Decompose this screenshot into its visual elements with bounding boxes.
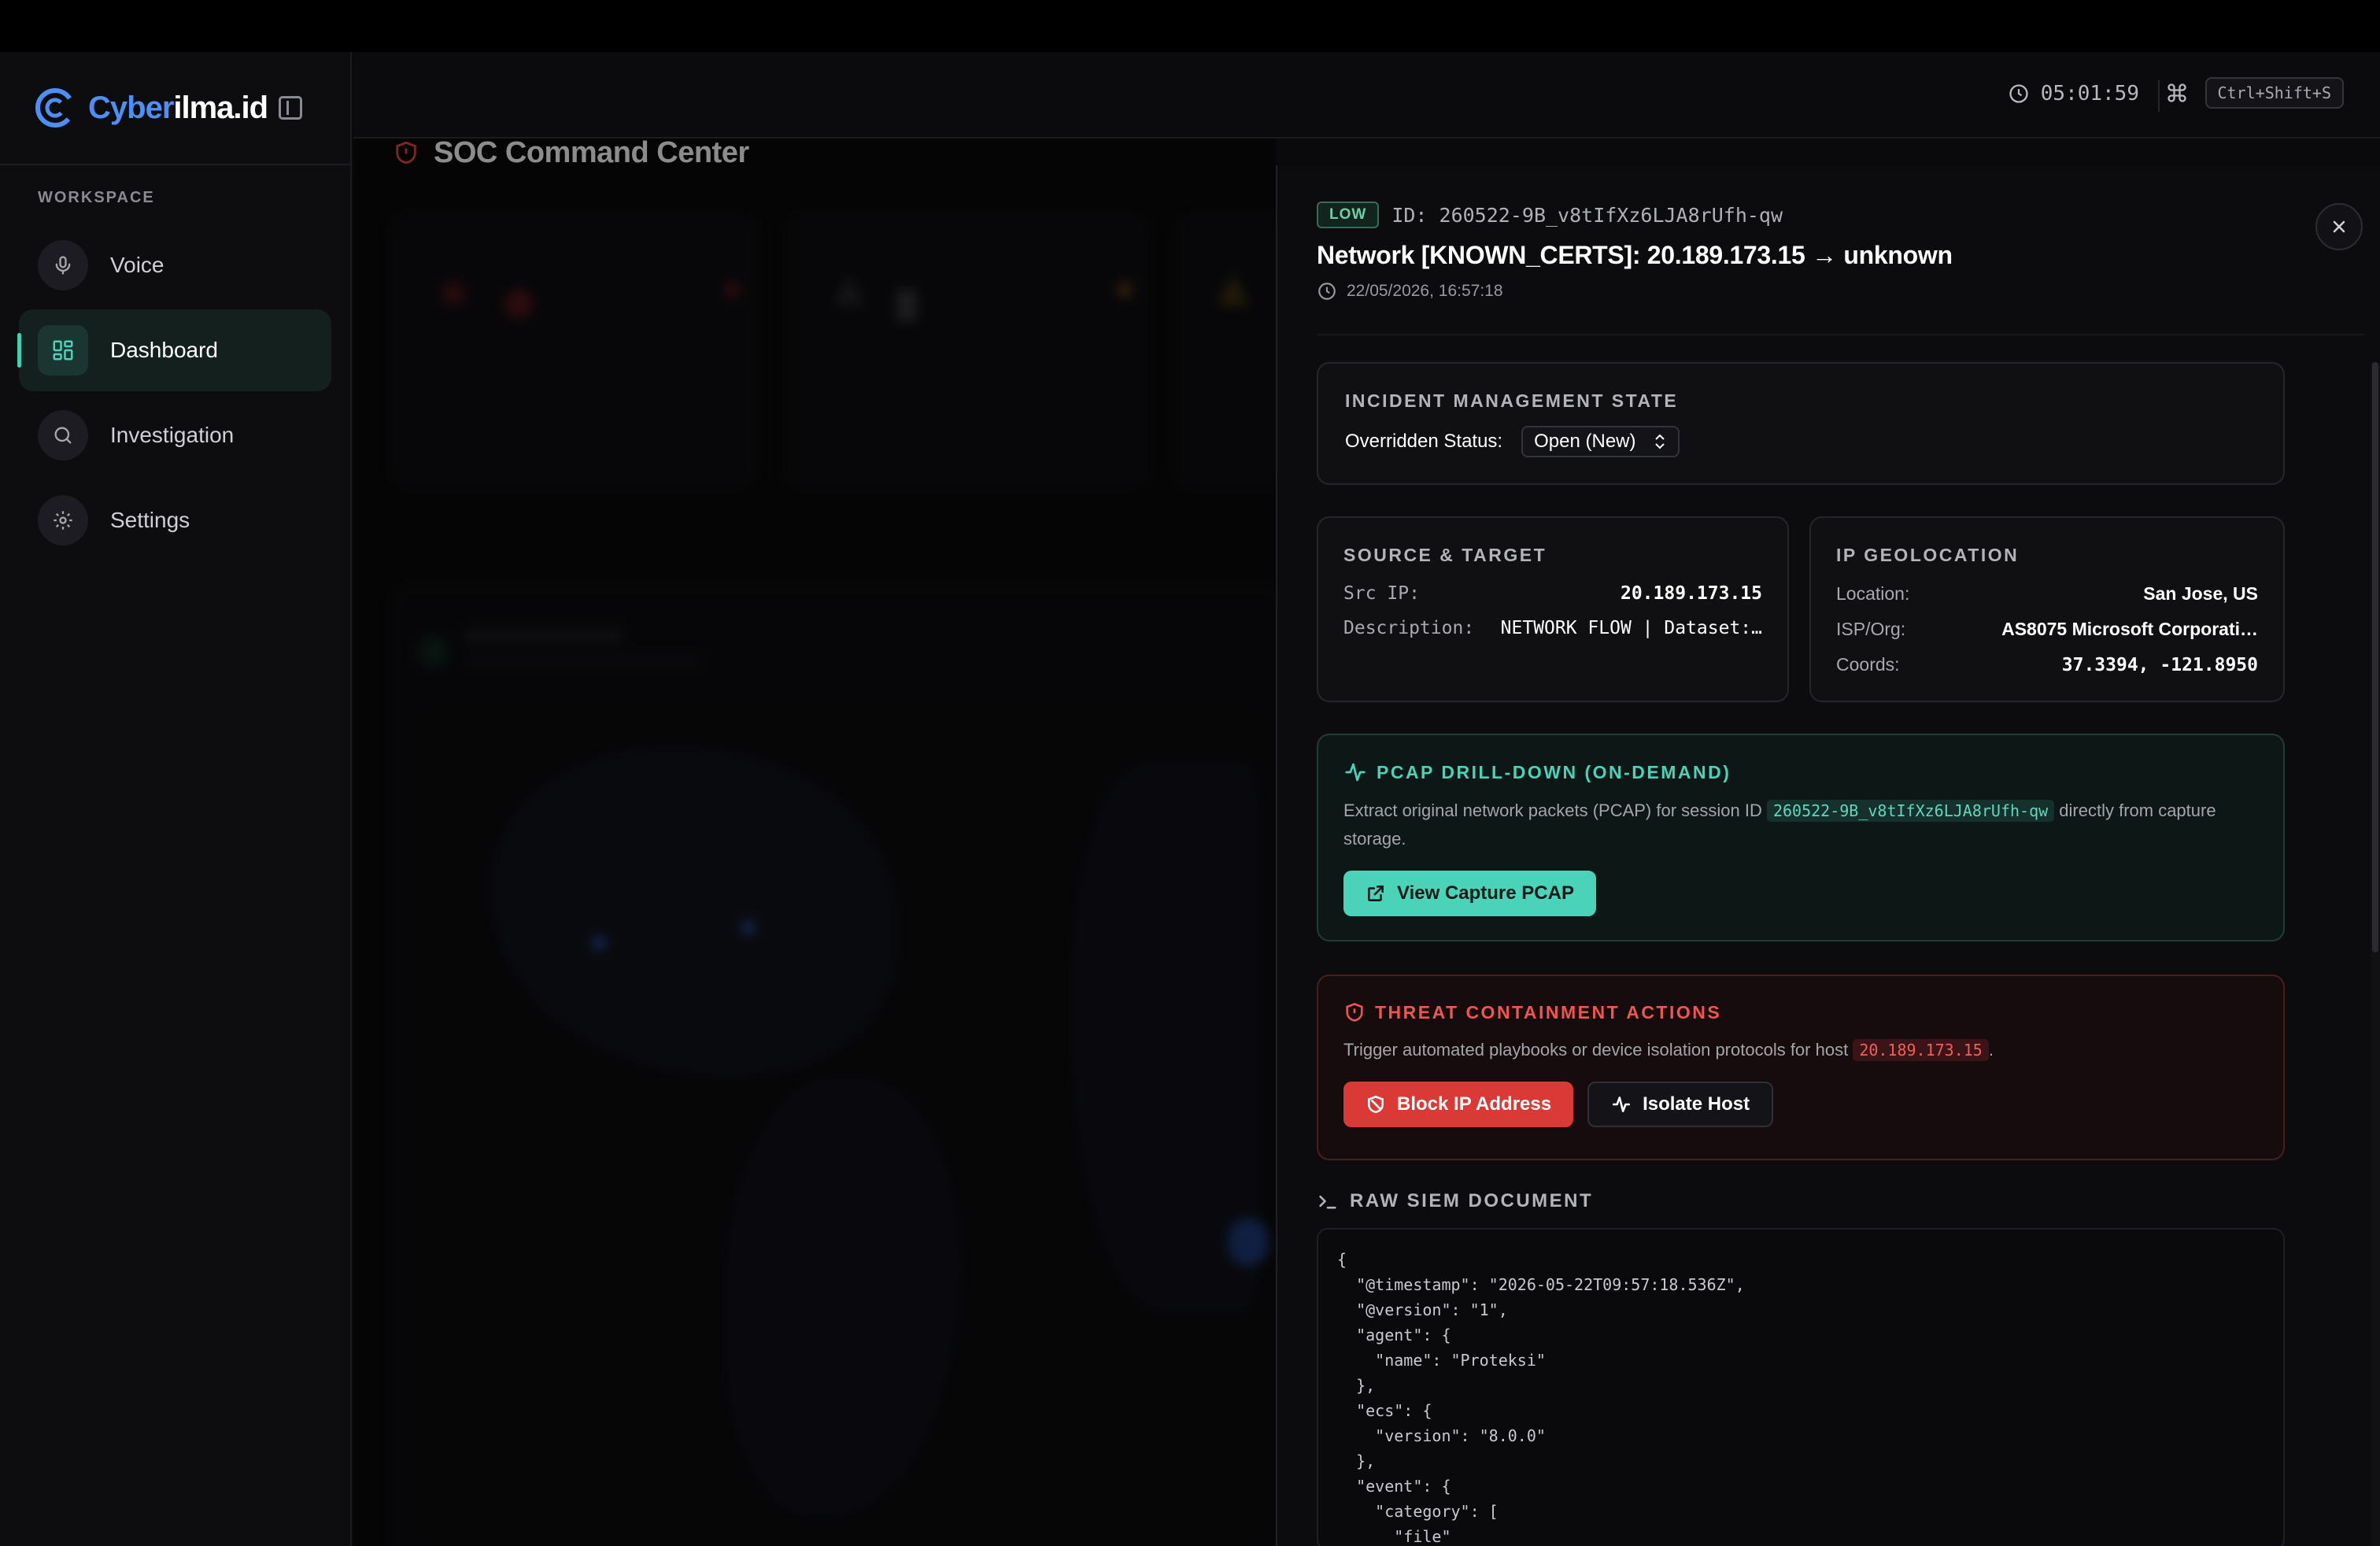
isp-label: ISP/Org:	[1836, 619, 1906, 639]
clock-icon	[2009, 84, 2028, 103]
grid-icon	[38, 325, 88, 375]
sidebar: Cyberilma.id WORKSPACE Voice Dashboard I…	[0, 52, 352, 1546]
top-header: 05:01:59 Ctrl+Shift+S	[353, 52, 2380, 139]
sidebar-item-label: Dashboard	[110, 338, 218, 362]
top-strip	[0, 0, 2380, 52]
header-divider	[2158, 80, 2160, 112]
source-target-card: SOURCE & TARGET Src IP: 20.189.173.15 De…	[1317, 516, 1789, 702]
session-id-chip: 260522-9B_v8tIfXz6LJA8rUfh-qw	[1766, 800, 2055, 822]
raw-siem-code: { "@timestamp": "2026-05-22T09:57:18.536…	[1337, 1250, 1745, 1546]
pcap-description: Extract original network packets (PCAP) …	[1343, 800, 2216, 849]
incident-detail-drawer: LOW ID: 260522-9B_v8tIfXz6LJA8rUfh-qw Ne…	[1276, 165, 2380, 1546]
incident-management-card: INCIDENT MANAGEMENT STATE Overridden Sta…	[1317, 362, 2285, 485]
coords-label: Coords:	[1836, 654, 1900, 675]
location-label: Location:	[1836, 583, 1910, 604]
search-icon	[38, 410, 88, 460]
status-label: Overridden Status:	[1345, 431, 1503, 452]
pcap-heading: PCAP DRILL-DOWN (ON-DEMAND)	[1377, 761, 1731, 782]
location-row: Location: San Jose, US	[1836, 583, 2258, 605]
shortcut-key: Ctrl+Shift+S	[2204, 77, 2344, 109]
src-ip-label: Src IP:	[1343, 583, 1420, 604]
geo-heading: IP GEOLOCATION	[1836, 545, 2020, 565]
sidebar-item-investigation[interactable]: Investigation	[19, 394, 331, 476]
id-row: LOW ID: 260522-9B_v8tIfXz6LJA8rUfh-qw	[1317, 202, 2333, 228]
threat-actions: Block IP Address Isolate Host	[1343, 1082, 2258, 1127]
ban-icon	[1368, 1095, 1384, 1114]
location-value: San Jose, US	[2143, 583, 2258, 604]
clock: 05:01:59	[2008, 82, 2139, 105]
sidebar-item-voice[interactable]: Voice	[19, 224, 331, 306]
shortcut-hint[interactable]: Ctrl+Shift+S	[2166, 77, 2344, 109]
brand-row: Cyberilma.id	[0, 52, 350, 165]
clock-time: 05:01:59	[2040, 82, 2139, 105]
host-chip: 20.189.173.15	[1853, 1039, 1989, 1061]
isp-value: AS8075 Microsoft Corporati…	[2001, 619, 2258, 639]
sidebar-item-label: Settings	[110, 508, 190, 532]
src-ip-value: 20.189.173.15	[1620, 583, 1762, 604]
raw-siem-document[interactable]: { "@timestamp": "2026-05-22T09:57:18.536…	[1317, 1228, 2285, 1546]
src-ip-row: Src IP: 20.189.173.15	[1343, 583, 1762, 604]
sidebar-item-label: Voice	[110, 253, 164, 277]
mic-icon	[38, 240, 88, 290]
sidebar-item-dashboard[interactable]: Dashboard	[17, 309, 331, 391]
incident-timestamp: 22/05/2026, 16:57:18	[1347, 282, 1503, 300]
threat-description: Trigger automated playbooks or device is…	[1343, 1039, 1994, 1061]
shield-icon	[1346, 1003, 1363, 1022]
close-icon	[2333, 220, 2345, 233]
raw-siem-heading-row: RAW SIEM DOCUMENT	[1317, 1190, 1593, 1212]
external-link-icon	[1368, 886, 1384, 901]
severity-badge: LOW	[1317, 202, 1380, 228]
workspace-label: WORKSPACE	[38, 189, 155, 206]
coords-value: 37.3394, -121.8950	[2061, 654, 2258, 675]
pcap-card: PCAP DRILL-DOWN (ON-DEMAND) Extract orig…	[1317, 734, 2285, 941]
source-target-heading: SOURCE & TARGET	[1343, 545, 1547, 565]
description-row: Description: NETWORK FLOW | Dataset:…	[1343, 618, 1762, 638]
chevron-updown-icon	[1655, 434, 1665, 449]
sidebar-collapse-icon[interactable]	[279, 96, 303, 120]
command-icon	[2167, 83, 2186, 102]
drawer-scrollbar-thumb[interactable]	[2372, 362, 2378, 952]
brand-name: Cyberilma.id	[88, 90, 268, 125]
close-button[interactable]	[2315, 203, 2363, 250]
threat-heading: THREAT CONTAINMENT ACTIONS	[1375, 1001, 1722, 1023]
sidebar-item-label: Investigation	[110, 423, 235, 447]
view-capture-pcap-button[interactable]: View Capture PCAP	[1343, 871, 1596, 916]
incident-id: ID: 260522-9B_v8tIfXz6LJA8rUfh-qw	[1391, 203, 1783, 227]
gear-icon	[38, 495, 88, 546]
threat-containment-card: THREAT CONTAINMENT ACTIONS Trigger autom…	[1317, 975, 2285, 1160]
raw-siem-heading: RAW SIEM DOCUMENT	[1350, 1190, 1594, 1211]
status-select[interactable]: Open (New)	[1521, 426, 1680, 457]
block-ip-button[interactable]: Block IP Address	[1343, 1082, 1574, 1127]
logo-icon	[35, 88, 75, 128]
status-value: Open (New)	[1534, 431, 1636, 452]
modal-backdrop[interactable]	[353, 139, 1276, 1546]
description-label: Description:	[1343, 618, 1475, 638]
activity-icon	[1345, 763, 1366, 782]
isolate-host-button[interactable]: Isolate Host	[1587, 1082, 1774, 1127]
incident-title: Network [KNOWN_CERTS]: 20.189.173.15 → u…	[1317, 241, 1953, 269]
sidebar-item-settings[interactable]: Settings	[19, 479, 331, 561]
isp-row: ISP/Org: AS8075 Microsoft Corporati…	[1836, 619, 2258, 640]
clock-icon	[1318, 283, 1336, 300]
ip-geolocation-card: IP GEOLOCATION Location: San Jose, US IS…	[1809, 516, 2285, 702]
incident-time-row: 22/05/2026, 16:57:18	[1317, 281, 2333, 301]
header-divider	[1317, 334, 2364, 335]
pcap-heading-row: PCAP DRILL-DOWN (ON-DEMAND)	[1343, 760, 2258, 784]
status-row: Overridden Status: Open (New)	[1345, 426, 2256, 457]
description-value: NETWORK FLOW | Dataset:…	[1500, 618, 1762, 638]
drawer-header: LOW ID: 260522-9B_v8tIfXz6LJA8rUfh-qw Ne…	[1317, 202, 2333, 301]
threat-heading-row: THREAT CONTAINMENT ACTIONS	[1343, 1001, 2258, 1023]
terminal-icon	[1319, 1195, 1336, 1209]
coords-row: Coords: 37.3394, -121.8950	[1836, 654, 2258, 675]
management-heading: INCIDENT MANAGEMENT STATE	[1345, 390, 1679, 411]
activity-icon	[1613, 1097, 1631, 1112]
sidebar-nav: Voice Dashboard Investigation Settings	[0, 224, 350, 561]
